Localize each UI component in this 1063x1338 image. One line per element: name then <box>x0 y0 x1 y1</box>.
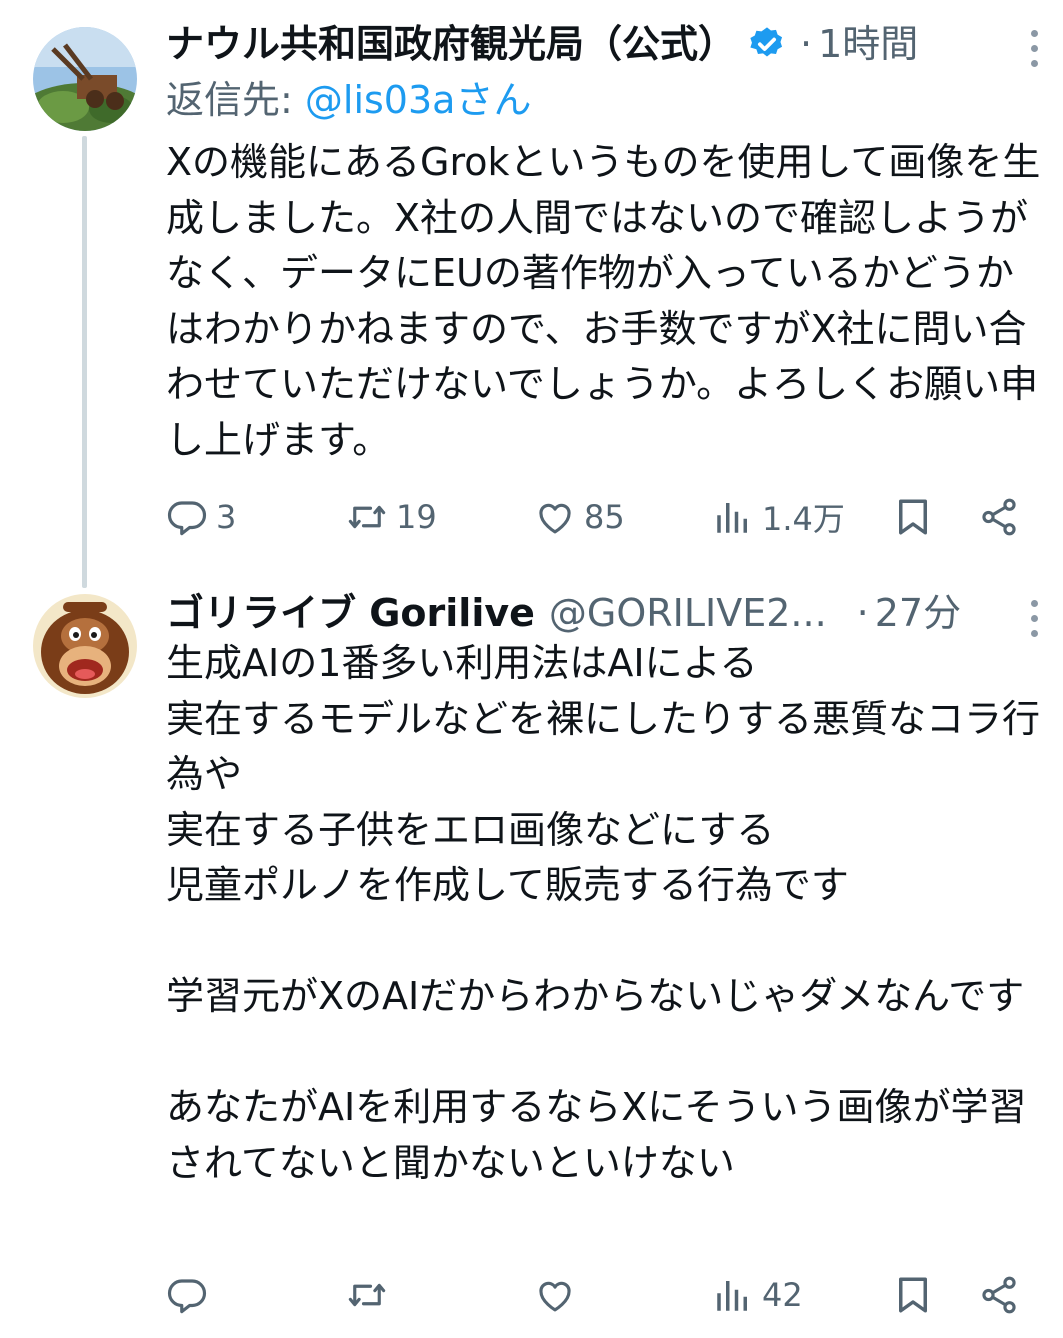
like-button[interactable] <box>534 1265 584 1325</box>
action-bar: 3 19 85 1.4万 <box>166 487 1036 547</box>
action-bar: 42 <box>166 1265 1036 1325</box>
views-count: 42 <box>762 1276 803 1314</box>
tweet-text: Xの機能にあるGrokというものを使用して画像を生成しました。X社の人間ではない… <box>166 140 1041 462</box>
repost-count: 19 <box>396 498 437 536</box>
like-icon <box>539 1281 571 1312</box>
separator-dot: · <box>856 591 869 635</box>
repost-icon <box>348 1283 386 1307</box>
like-count: 85 <box>584 498 625 536</box>
bookmark-button[interactable] <box>892 487 934 547</box>
avatar[interactable] <box>33 27 137 131</box>
views-button[interactable]: 42 <box>712 1265 803 1325</box>
like-icon <box>539 503 571 534</box>
tweet[interactable]: ナウル共和国政府観光局（公式） · 1時間 返信先: @lis03aさん Xの機… <box>0 0 1063 580</box>
reply-button[interactable] <box>166 1265 216 1325</box>
bookmark-icon <box>899 1277 927 1313</box>
timestamp[interactable]: 1時間 <box>818 20 918 68</box>
timestamp[interactable]: 27分 <box>875 589 961 637</box>
repost-icon <box>348 505 386 529</box>
reply-button[interactable]: 3 <box>166 487 236 547</box>
tweet-header: ゴリライブ Gorilive @GORILIVE2... · 27分 <box>166 589 961 637</box>
more-icon[interactable] <box>1029 30 1039 67</box>
reply-icon <box>167 501 207 536</box>
share-button[interactable] <box>978 1265 1020 1325</box>
share-button[interactable] <box>978 487 1020 547</box>
views-count: 1.4万 <box>762 500 845 538</box>
repost-button[interactable]: 19 <box>346 487 437 547</box>
share-icon <box>982 498 1016 536</box>
display-name[interactable]: ナウル共和国政府観光局（公式） <box>166 20 736 68</box>
user-handle[interactable]: @GORILIVE2... <box>549 589 827 637</box>
like-button[interactable]: 85 <box>534 487 625 547</box>
separator-dot: · <box>800 22 813 66</box>
views-button[interactable]: 1.4万 <box>712 487 845 547</box>
tweet-header: ナウル共和国政府観光局（公式） · 1時間 <box>166 20 918 68</box>
bookmark-icon <box>899 499 927 535</box>
share-icon <box>982 1276 1016 1314</box>
repost-button[interactable] <box>346 1265 396 1325</box>
reply-to-mention[interactable]: @lis03aさん <box>305 78 532 122</box>
bookmark-button[interactable] <box>892 1265 934 1325</box>
views-icon <box>717 503 747 533</box>
views-icon <box>717 1281 747 1311</box>
reply-to-label: 返信先: <box>166 78 305 122</box>
reply-count: 3 <box>216 498 237 536</box>
tweet-text: 生成AIの1番多い利用法はAIによる 実在するモデルなどを裸にしたりする悪質なコ… <box>166 641 1041 1185</box>
avatar[interactable] <box>33 594 137 698</box>
verified-badge-icon <box>750 27 783 57</box>
tweet[interactable]: ゴリライブ Gorilive @GORILIVE2... · 27分 生成AIの… <box>0 580 1063 1338</box>
display-name[interactable]: ゴリライブ Gorilive <box>166 589 535 637</box>
reply-to-line: 返信先: @lis03aさん <box>166 74 531 126</box>
more-icon[interactable] <box>1029 600 1039 637</box>
reply-icon <box>167 1279 207 1314</box>
